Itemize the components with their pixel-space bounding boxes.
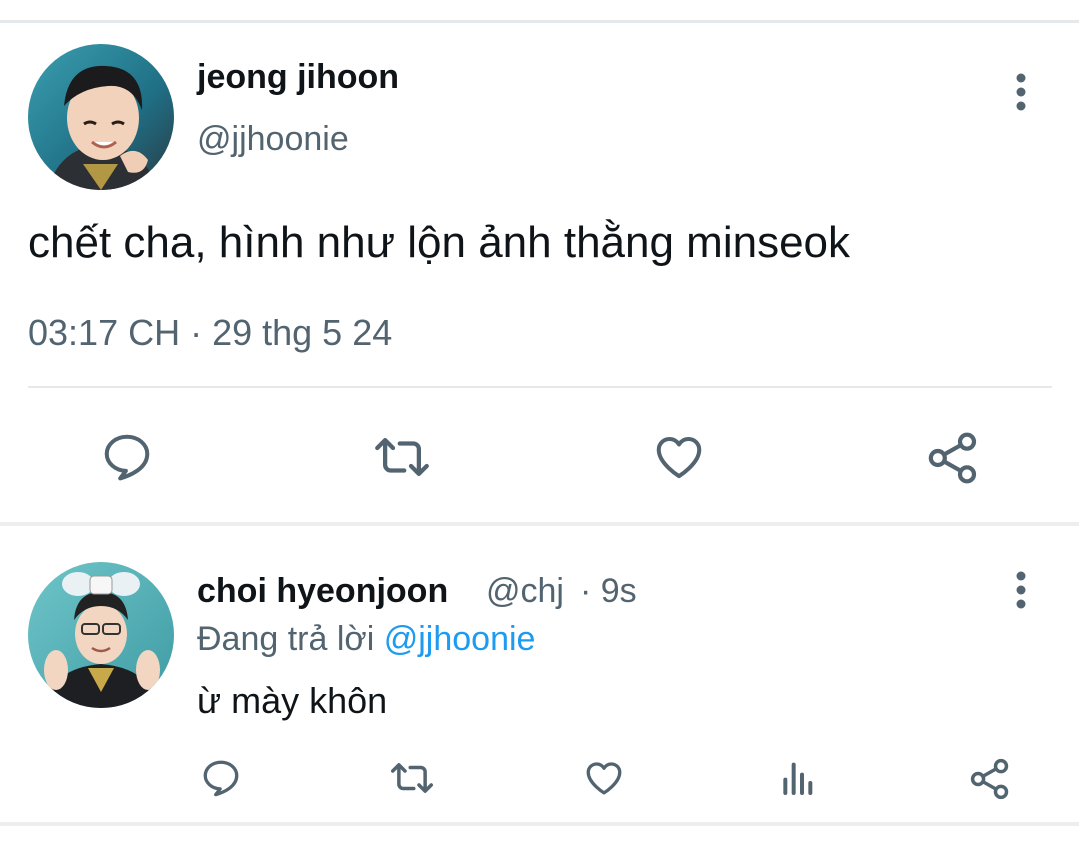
reply-icon[interactable] bbox=[100, 430, 154, 484]
more-vertical-icon[interactable] bbox=[1008, 72, 1034, 112]
share-icon[interactable] bbox=[925, 430, 981, 486]
timestamp[interactable]: 03:17 CH · 29 thg 5 24 bbox=[28, 312, 392, 354]
tweet-age: · 9s bbox=[580, 572, 637, 610]
retweet-icon[interactable] bbox=[388, 757, 436, 799]
section-divider bbox=[0, 522, 1079, 526]
replying-to-line: Đang trả lời @jjhoonie bbox=[197, 620, 535, 659]
action-divider bbox=[28, 386, 1052, 388]
top-divider bbox=[0, 20, 1079, 23]
more-vertical-icon[interactable] bbox=[1008, 570, 1034, 610]
reply-icon[interactable] bbox=[200, 757, 242, 799]
display-name[interactable]: jeong jihoon bbox=[197, 58, 399, 97]
handle[interactable]: @chj bbox=[486, 572, 564, 611]
avatar[interactable] bbox=[28, 562, 174, 708]
like-icon[interactable] bbox=[582, 757, 626, 799]
bottom-divider bbox=[0, 822, 1079, 826]
replying-to-link[interactable]: @jjhoonie bbox=[384, 620, 536, 658]
avatar[interactable] bbox=[28, 44, 174, 190]
tweet-text: ừ mày khôn bbox=[197, 680, 388, 721]
analytics-icon[interactable] bbox=[777, 757, 817, 799]
handle[interactable]: @jjhoonie bbox=[197, 120, 349, 159]
like-icon[interactable] bbox=[651, 430, 707, 484]
share-icon[interactable] bbox=[968, 757, 1012, 801]
tweet-text: chết cha, hình như lộn ảnh thằng minseok bbox=[28, 218, 851, 267]
retweet-icon[interactable] bbox=[372, 430, 432, 484]
display-name[interactable]: choi hyeonjoon bbox=[197, 572, 448, 611]
replying-prefix: Đang trả lời bbox=[197, 620, 375, 658]
